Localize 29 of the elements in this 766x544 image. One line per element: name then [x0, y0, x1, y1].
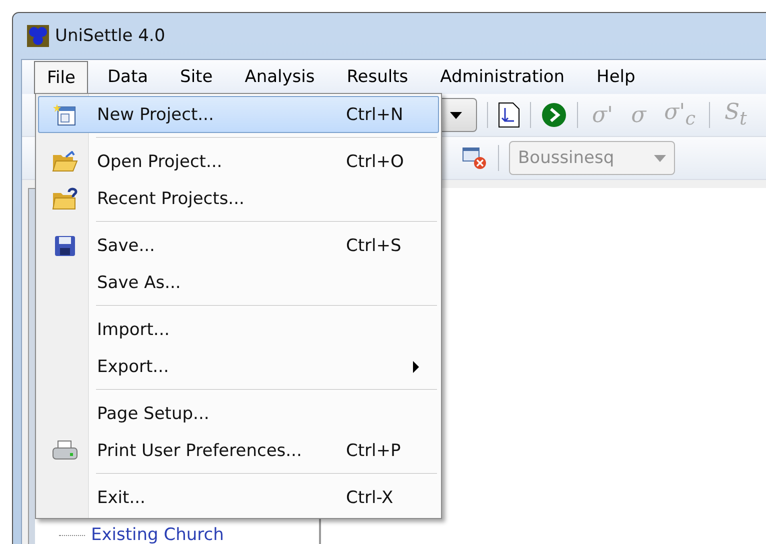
menu-item[interactable]: Recent Projects... — [38, 180, 439, 217]
document-icon[interactable] — [498, 102, 520, 128]
folder-question-icon — [52, 186, 78, 210]
menu-item[interactable]: Open Project... Ctrl+O — [38, 143, 439, 180]
menu[interactable]: Help — [584, 60, 648, 94]
menu-item[interactable]: Export... — [38, 348, 439, 385]
menu-item[interactable]: New Project... Ctrl+N — [38, 96, 439, 133]
menu-item[interactable]: Import... — [38, 311, 439, 348]
dropdown-arrow-icon — [654, 154, 666, 162]
menu[interactable]: Analysis — [232, 60, 328, 94]
menu[interactable]: Administration — [427, 60, 578, 94]
menu[interactable]: Data — [94, 60, 162, 94]
window-title: UniSettle 4.0 — [55, 26, 166, 46]
dropdown-arrow-icon — [450, 112, 462, 118]
open-folder-icon — [52, 150, 78, 172]
menu[interactable]: Site — [167, 60, 226, 94]
menu-item[interactable]: Exit... Ctrl-X — [38, 479, 439, 516]
run-icon[interactable] — [541, 102, 567, 128]
menu-item[interactable]: Page Setup... — [38, 395, 439, 432]
window-delete-icon[interactable] — [462, 146, 488, 170]
menu-item[interactable]: Save... Ctrl+S — [38, 227, 439, 264]
new-document-icon — [53, 102, 77, 126]
menu[interactable]: File — [34, 60, 88, 94]
tree-item[interactable]: Existing Church — [91, 525, 224, 544]
printer-icon — [52, 440, 78, 462]
menu[interactable]: Results — [334, 60, 422, 94]
menu-item[interactable]: Save As... — [38, 264, 439, 301]
menu-item[interactable]: Print User Preferences... Ctrl+P — [38, 432, 439, 469]
app-logo-icon — [27, 25, 49, 47]
